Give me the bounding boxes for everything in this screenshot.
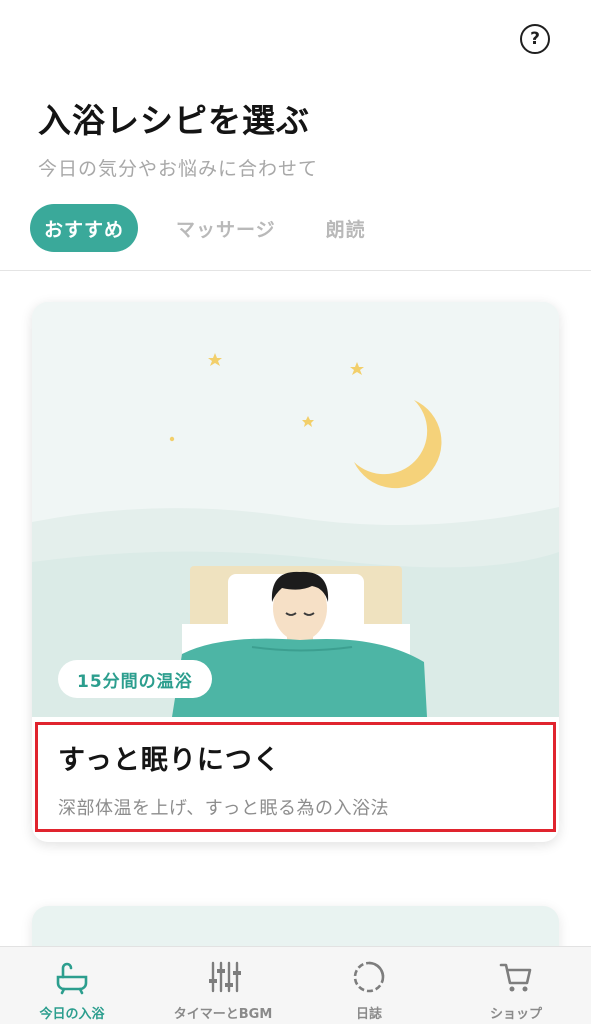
sliders-icon bbox=[209, 961, 241, 993]
page-title: 入浴レシピを選ぶ bbox=[38, 101, 310, 140]
recipe-title[interactable]: すっと眠りにつく bbox=[58, 738, 281, 777]
tab-massage[interactable]: マッサージ bbox=[176, 204, 276, 252]
category-tabs: おすすめ マッサージ 朗読 bbox=[30, 204, 366, 252]
help-glyph: ? bbox=[530, 29, 540, 49]
nav-label: タイマーとBGM bbox=[173, 1007, 273, 1022]
duration-badge: 15分間の温浴 bbox=[58, 660, 212, 698]
nav-item-shop[interactable]: ショップ bbox=[470, 947, 562, 1024]
header-divider bbox=[0, 270, 591, 271]
recipe-description: 深部体温を上げ、すっと眠る為の入浴法 bbox=[58, 798, 390, 819]
cart-icon bbox=[499, 963, 532, 992]
progress-circle-icon bbox=[353, 961, 385, 993]
tab-reading[interactable]: 朗読 bbox=[326, 204, 366, 252]
page-subtitle: 今日の気分やお悩みに合わせて bbox=[38, 158, 319, 180]
nav-item-today-bath[interactable]: 今日の入浴 bbox=[16, 947, 128, 1024]
bathtub-icon bbox=[56, 962, 88, 995]
nav-item-journal[interactable]: 日誌 bbox=[326, 947, 412, 1024]
nav-label: ショップ bbox=[489, 1007, 542, 1022]
nav-item-timer-bgm[interactable]: タイマーとBGM bbox=[158, 947, 288, 1024]
help-icon[interactable]: ? bbox=[520, 24, 550, 54]
tab-recommended[interactable]: おすすめ bbox=[30, 204, 139, 252]
nav-label: 日誌 bbox=[355, 1007, 382, 1022]
star-icon bbox=[169, 436, 175, 442]
sleep-illustration bbox=[32, 302, 559, 717]
bottom-nav: 今日の入浴 タイマーとBGM 日誌 ショップ bbox=[0, 946, 591, 1024]
nav-label: 今日の入浴 bbox=[39, 1007, 105, 1022]
